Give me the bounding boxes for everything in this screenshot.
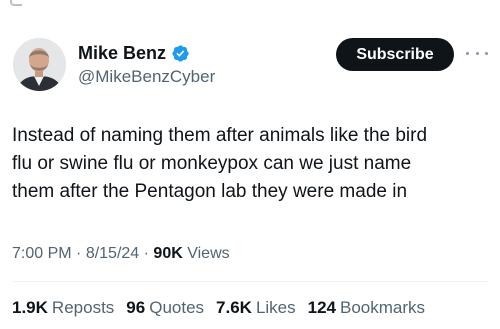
dot bbox=[475, 51, 479, 55]
verified-badge-icon bbox=[171, 44, 190, 63]
quotes-stat[interactable]: 96 Quotes bbox=[126, 297, 204, 319]
thread-connector bbox=[10, 0, 22, 6]
bookmarks-stat[interactable]: 124 Bookmarks bbox=[308, 297, 425, 319]
author-display-name[interactable]: Mike Benz bbox=[78, 42, 166, 64]
tweet-meta: 7:00 PM · 8/15/24 · 90K Views bbox=[12, 243, 230, 265]
bookmarks-count: 124 bbox=[307, 298, 337, 317]
views-label: Views bbox=[187, 245, 230, 262]
dot bbox=[485, 51, 488, 55]
author-handle[interactable]: @MikeBenzCyber bbox=[78, 66, 215, 88]
engagement-stats: 1.9K Reposts 96 Quotes 7.6K Likes 124 Bo… bbox=[12, 297, 425, 319]
avatar[interactable] bbox=[13, 38, 66, 91]
tweet-date[interactable]: 8/15/24 bbox=[86, 245, 139, 262]
meta-separator: · bbox=[71, 245, 86, 262]
subscribe-button[interactable]: Subscribe bbox=[336, 38, 454, 71]
divider bbox=[12, 281, 488, 282]
meta-separator: · bbox=[139, 245, 154, 262]
likes-label: Likes bbox=[255, 298, 296, 317]
dot bbox=[466, 51, 469, 55]
bookmarks-label: Bookmarks bbox=[340, 298, 426, 317]
likes-count: 7.6K bbox=[216, 298, 252, 317]
reposts-count: 1.9K bbox=[12, 298, 48, 317]
quotes-count: 96 bbox=[126, 298, 146, 317]
quotes-label: Quotes bbox=[149, 298, 205, 317]
likes-stat[interactable]: 7.6K Likes bbox=[216, 297, 296, 319]
views-count: 90K bbox=[153, 245, 183, 262]
more-horizontal-icon[interactable] bbox=[466, 48, 488, 58]
reposts-stat[interactable]: 1.9K Reposts bbox=[12, 297, 114, 319]
reposts-label: Reposts bbox=[51, 298, 115, 317]
avatar-image bbox=[13, 38, 66, 91]
tweet-page: Mike Benz @MikeBenzCyber Subscribe Inste… bbox=[0, 0, 500, 329]
tweet-time[interactable]: 7:00 PM bbox=[12, 245, 72, 262]
author-name-row: Mike Benz bbox=[78, 42, 190, 64]
tweet-text: Instead of naming them after animals lik… bbox=[12, 125, 428, 202]
